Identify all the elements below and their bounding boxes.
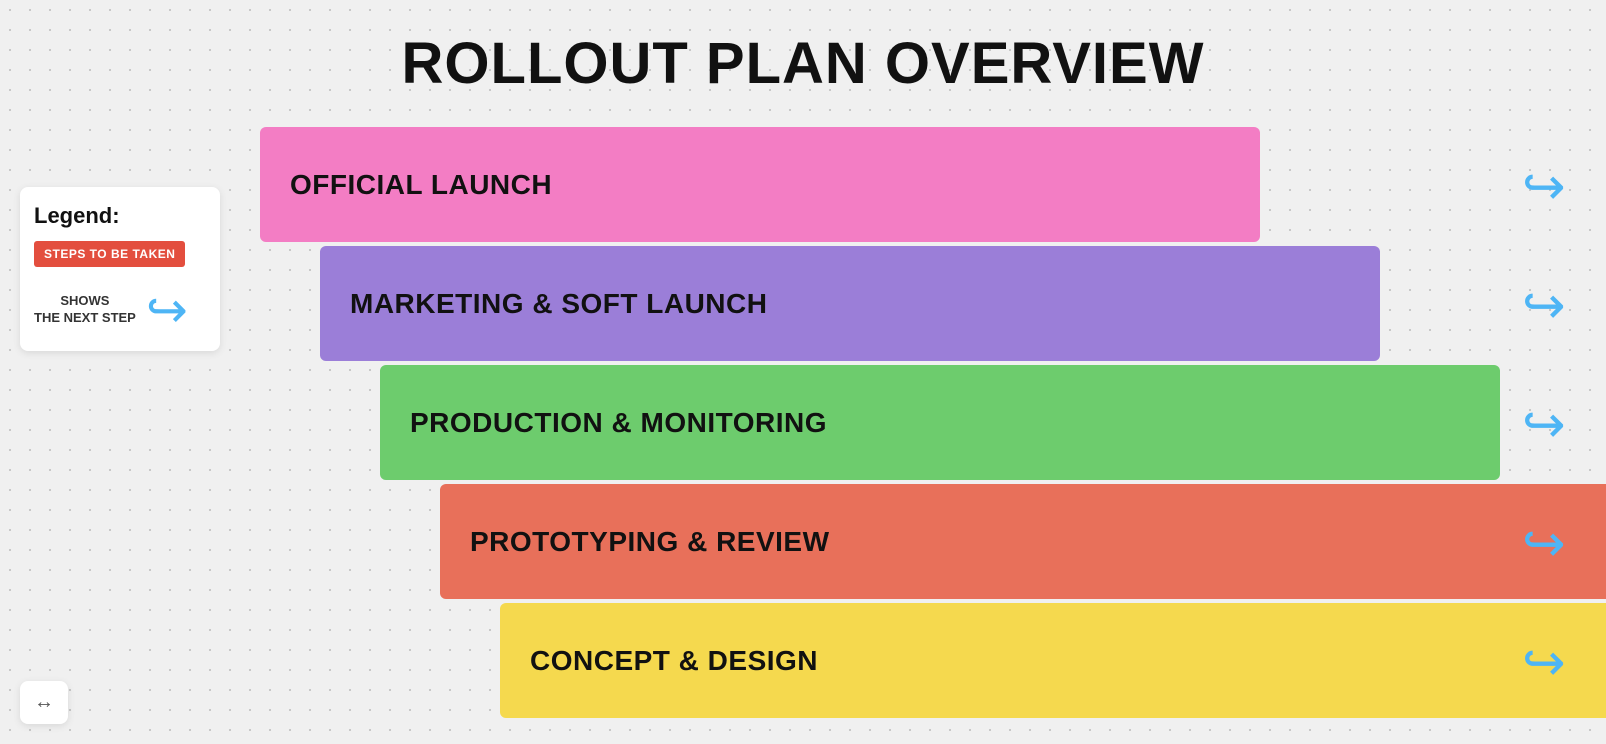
step-row-4: PROTOTYPING & REVIEW xyxy=(260,484,1606,603)
side-arrow-5: ↩ xyxy=(1522,603,1566,722)
step-label-2: MARKETING & SOFT LAUNCH xyxy=(350,288,767,320)
step-bar-1: OFFICIAL LAUNCH xyxy=(260,127,1260,242)
side-arrow-3: ↩ xyxy=(1522,365,1566,484)
step-label-1: OFFICIAL LAUNCH xyxy=(290,169,552,201)
legend-panel: Legend: STEPS TO BE TAKEN SHOWS THE NEXT… xyxy=(20,187,220,351)
steps-container: OFFICIAL LAUNCH MARKETING & SOFT LAUNCH … xyxy=(260,127,1606,722)
side-arrow-4: ↩ xyxy=(1522,484,1566,603)
step-row-1: OFFICIAL LAUNCH xyxy=(260,127,1606,246)
legend-arrow-text: SHOWS THE NEXT STEP xyxy=(34,293,136,327)
legend-arrow-icon: ↩ xyxy=(146,285,188,335)
bottom-panel: ↔ xyxy=(20,681,68,724)
content-area: Legend: STEPS TO BE TAKEN SHOWS THE NEXT… xyxy=(0,127,1606,722)
page-title: ROLLOUT PLAN OVERVIEW xyxy=(402,30,1205,97)
step-bar-5: CONCEPT & DESIGN xyxy=(500,603,1606,718)
side-arrow-2: ↩ xyxy=(1522,246,1566,365)
step-label-5: CONCEPT & DESIGN xyxy=(530,645,818,677)
step-bar-3: PRODUCTION & MONITORING xyxy=(380,365,1500,480)
resize-icon: ↔ xyxy=(34,691,54,713)
side-arrow-1: ↩ xyxy=(1522,127,1566,246)
step-row-3: PRODUCTION & MONITORING xyxy=(260,365,1606,484)
legend-badge: STEPS TO BE TAKEN xyxy=(34,241,185,267)
legend-title: Legend: xyxy=(34,203,206,229)
legend-arrow-section: SHOWS THE NEXT STEP ↩ xyxy=(34,285,206,335)
step-label-4: PROTOTYPING & REVIEW xyxy=(470,526,830,558)
step-label-3: PRODUCTION & MONITORING xyxy=(410,407,827,439)
step-row-5: CONCEPT & DESIGN xyxy=(260,603,1606,722)
arrows-column: ↩ ↩ ↩ ↩ ↩ xyxy=(1522,127,1566,722)
step-bar-2: MARKETING & SOFT LAUNCH xyxy=(320,246,1380,361)
step-bar-4: PROTOTYPING & REVIEW xyxy=(440,484,1606,599)
step-row-2: MARKETING & SOFT LAUNCH xyxy=(260,246,1606,365)
main-container: ROLLOUT PLAN OVERVIEW Legend: STEPS TO B… xyxy=(0,0,1606,722)
